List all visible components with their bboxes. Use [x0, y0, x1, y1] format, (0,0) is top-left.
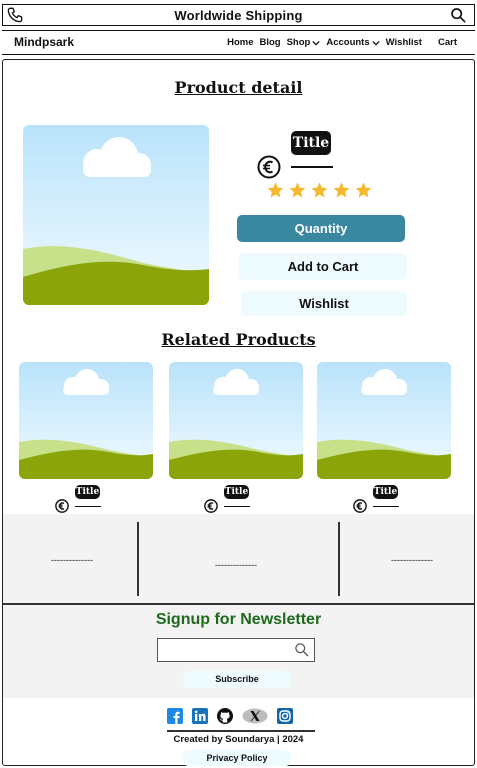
nav-item-label: Wishlist: [385, 37, 422, 48]
euro-icon: [353, 499, 367, 513]
chevron-down-icon: [312, 40, 320, 46]
nav-item-accounts[interactable]: Accounts: [326, 37, 380, 48]
nav-item-home[interactable]: Home: [227, 37, 253, 48]
product-image[interactable]: [23, 125, 209, 305]
star-icon[interactable]: [332, 181, 351, 200]
nav-item-label: Accounts: [326, 37, 370, 48]
nav-item-shop[interactable]: Shop: [287, 37, 321, 48]
nav-item-label: Home: [227, 37, 254, 48]
main-nav: Mindpsark Home Blog Shop Accounts Wishli…: [2, 30, 475, 55]
search-icon[interactable]: [450, 7, 466, 23]
shipping-banner-text: Worldwide Shipping: [174, 7, 303, 23]
nav-menu: Home Blog Shop Accounts Wishlist Cart: [227, 37, 457, 48]
footer-credit: Created by Soundarya | 2024: [173, 734, 304, 745]
star-icon[interactable]: [310, 181, 329, 200]
image-placeholder-icon: [19, 362, 153, 479]
divider: [338, 522, 340, 596]
price-underline: [291, 166, 333, 168]
facebook-icon[interactable]: [167, 708, 183, 724]
footer-divider: [167, 730, 315, 732]
related-title-badge: Title: [75, 485, 100, 499]
chevron-down-icon: [371, 40, 380, 46]
star-icon[interactable]: [354, 181, 373, 200]
euro-icon: [204, 499, 218, 513]
related-product-image[interactable]: [317, 362, 451, 479]
image-placeholder-icon: [23, 125, 209, 305]
price-underline: [224, 506, 250, 507]
related-product-image[interactable]: [19, 362, 153, 479]
product-title-badge: Title: [291, 131, 331, 155]
wishlist-button[interactable]: Wishlist: [241, 291, 407, 316]
newsletter-email-input[interactable]: [162, 640, 292, 660]
star-icon[interactable]: [288, 181, 307, 200]
newsletter-heading: Signup for Newsletter: [155, 611, 322, 628]
add-to-cart-button[interactable]: Add to Cart: [239, 253, 407, 280]
phone-icon[interactable]: [7, 7, 23, 23]
nav-item-label: Shop: [286, 37, 311, 48]
nav-item-label: Blog: [259, 37, 281, 48]
top-bar: Worldwide Shipping: [2, 4, 475, 26]
nav-item-cart[interactable]: Cart: [438, 37, 457, 48]
divider: [137, 522, 139, 596]
nav-item-label: Cart: [437, 37, 457, 48]
social-links: [167, 708, 293, 724]
related-title-badge: Title: [373, 485, 398, 499]
newsletter-search-box: [157, 638, 315, 662]
placeholder-text: --------------: [391, 555, 433, 565]
privacy-policy-button[interactable]: Privacy Policy: [183, 750, 291, 766]
image-placeholder-icon: [317, 362, 451, 479]
price-underline: [75, 506, 101, 507]
nav-item-blog[interactable]: Blog: [259, 37, 280, 48]
euro-icon: [257, 155, 281, 179]
content-frame: Product detail Title Quantity Add to Car…: [2, 59, 475, 766]
related-products-heading: Related Products: [161, 330, 316, 349]
linkedin-icon[interactable]: [192, 708, 208, 724]
placeholder-text: --------------: [215, 560, 257, 570]
brand-logo-text[interactable]: Mindpsark: [14, 35, 74, 49]
quantity-button[interactable]: Quantity: [237, 215, 405, 242]
github-icon[interactable]: [217, 708, 233, 724]
related-title-badge: Title: [224, 485, 249, 499]
x-icon[interactable]: [242, 708, 268, 724]
price-underline: [373, 506, 399, 507]
placeholder-text: --------------: [51, 555, 93, 565]
image-placeholder-icon: [169, 362, 303, 479]
subscribe-button[interactable]: Subscribe: [183, 671, 291, 688]
related-product-image[interactable]: [169, 362, 303, 479]
euro-icon: [55, 499, 69, 513]
instagram-icon[interactable]: [277, 708, 293, 724]
star-rating[interactable]: [266, 181, 373, 200]
newsletter-section: Signup for Newsletter Subscribe: [3, 605, 474, 698]
star-icon[interactable]: [266, 181, 285, 200]
nav-item-wishlist[interactable]: Wishlist: [386, 37, 422, 48]
info-band: -------------- -------------- ----------…: [3, 514, 474, 604]
product-detail-heading: Product detail: [174, 78, 303, 97]
search-icon[interactable]: [294, 642, 309, 657]
